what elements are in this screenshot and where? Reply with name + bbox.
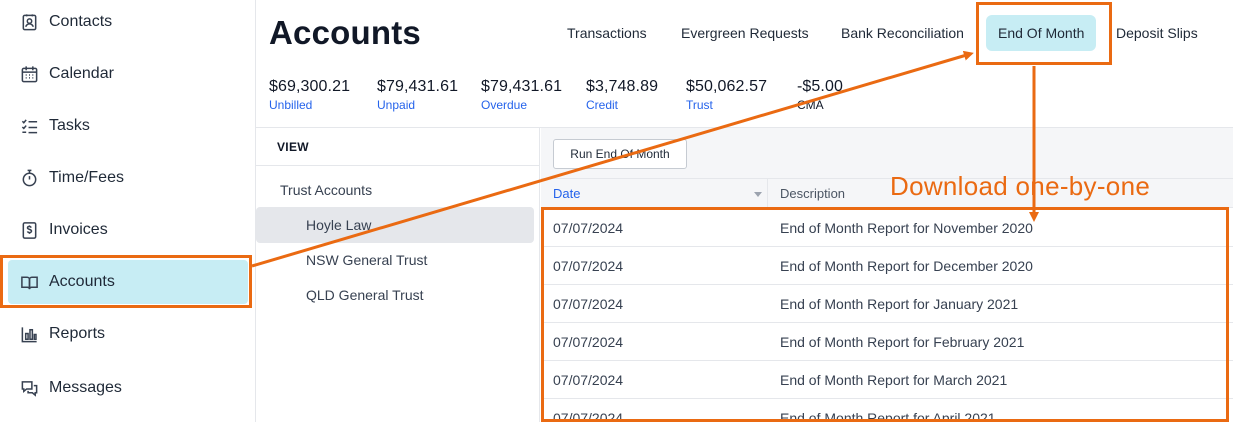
sidebar-item-label: Calendar: [49, 65, 114, 82]
summary-caption: CMA: [797, 98, 824, 112]
view-item-nsw-general-trust[interactable]: NSW General Trust: [306, 252, 427, 268]
sidebar-item-label: Time/Fees: [49, 169, 124, 186]
sidebar-item-time-fees[interactable]: Time/Fees: [8, 156, 248, 200]
sidebar-item-label: Tasks: [49, 117, 90, 134]
annotation-box-report-rows: [541, 207, 1229, 422]
sidebar-item-contacts[interactable]: Contacts: [8, 0, 248, 44]
summary-amount: $50,062.57: [686, 78, 768, 95]
sidebar-item-calendar[interactable]: Calendar: [8, 52, 248, 96]
calendar-icon: [19, 64, 39, 84]
stopwatch-icon: [19, 168, 39, 188]
bar-chart-icon: [19, 324, 39, 344]
summary-caption: Unbilled: [269, 98, 313, 112]
tab-transactions[interactable]: Transactions: [567, 15, 647, 51]
page-title: Accounts: [269, 14, 421, 51]
view-item-qld-general-trust[interactable]: QLD General Trust: [306, 287, 424, 303]
sidebar-item-label: Invoices: [49, 221, 108, 238]
view-header: VIEW: [277, 140, 309, 154]
summary-cma[interactable]: -$5.00 CMA: [797, 78, 843, 112]
summary-caption: Trust: [686, 98, 713, 112]
column-divider: [767, 179, 768, 209]
summary-unbilled[interactable]: $69,300.21 Unbilled: [269, 78, 350, 112]
contacts-icon: [19, 12, 39, 32]
summary-caption: Credit: [586, 98, 619, 112]
annotation-box-accounts: [0, 255, 252, 308]
sidebar-item-label: Contacts: [49, 13, 113, 30]
summary-amount: $3,748.89: [586, 78, 659, 95]
view-panel: VIEW Trust Accounts Hoyle Law NSW Genera…: [256, 128, 540, 422]
summary-amount: $79,431.61: [481, 78, 563, 95]
sidebar-item-invoices[interactable]: Invoices: [8, 208, 248, 252]
sidebar-item-tasks[interactable]: Tasks: [8, 104, 248, 148]
annotation-box-end-of-month: [976, 2, 1112, 65]
view-divider: [256, 165, 540, 166]
summary-amount: -$5.00: [797, 78, 843, 95]
sidebar-item-reports[interactable]: Reports: [8, 312, 248, 356]
summary-credit[interactable]: $3,748.89 Credit: [586, 78, 658, 112]
annotation-label: Download one-by-one: [890, 171, 1151, 201]
sidebar-item-messages[interactable]: Messages: [8, 366, 248, 410]
tasks-icon: [19, 116, 39, 136]
sidebar-item-label: Messages: [49, 379, 122, 396]
sidebar-item-label: Reports: [49, 325, 106, 342]
tab-deposit-slips[interactable]: Deposit Slips: [1116, 15, 1198, 51]
invoice-icon: [19, 220, 39, 240]
view-item-hoyle-law[interactable]: Hoyle Law: [306, 217, 371, 233]
summary-overdue[interactable]: $79,431.61 Overdue: [481, 78, 562, 112]
column-header-date[interactable]: Date: [553, 186, 580, 201]
summary-unpaid[interactable]: $79,431.61 Unpaid: [377, 78, 458, 112]
summary-trust[interactable]: $50,062.57 Trust: [686, 78, 767, 112]
view-group-trust-accounts[interactable]: Trust Accounts: [280, 182, 372, 198]
column-header-description[interactable]: Description: [780, 186, 845, 201]
chat-icon: [19, 378, 39, 398]
selected-item-highlight: [256, 207, 534, 243]
summary-caption: Unpaid: [377, 98, 416, 112]
summary-caption: Overdue: [481, 98, 528, 112]
run-end-of-month-button[interactable]: Run End Of Month: [553, 139, 687, 169]
tab-evergreen-requests[interactable]: Evergreen Requests: [681, 15, 809, 51]
summary-amount: $69,300.21: [269, 78, 351, 95]
summary-amount: $79,431.61: [377, 78, 459, 95]
tab-bank-reconciliation[interactable]: Bank Reconciliation: [841, 15, 964, 51]
sort-caret-icon[interactable]: [754, 192, 762, 197]
sidebar: Contacts Calendar Tasks Time/Fees Invoic…: [0, 0, 256, 422]
